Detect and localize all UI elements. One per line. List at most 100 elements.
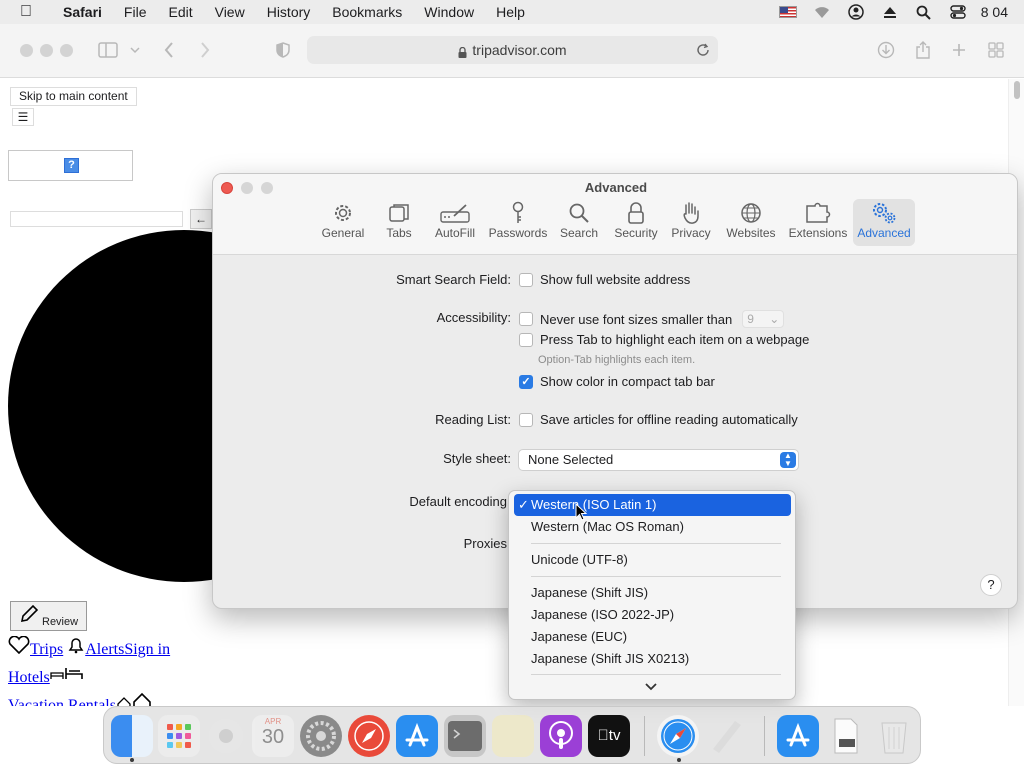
min-font-size-checkbox[interactable] — [519, 312, 533, 326]
tab-security[interactable]: Security — [611, 199, 661, 246]
dock-safari-technology-preview-icon[interactable] — [348, 715, 390, 757]
dock-preview-icon[interactable] — [825, 715, 867, 757]
default-encoding-label: Default encoding — [409, 494, 507, 509]
encoding-option-japanese-shift-jis-x0213[interactable]: Japanese (Shift JIS X0213) — [531, 648, 689, 670]
dock-finder-icon[interactable] — [111, 715, 153, 757]
user-account-icon[interactable] — [839, 0, 873, 24]
bell-icon — [67, 636, 85, 664]
tab-highlight-text: Press Tab to highlight each item on a we… — [540, 332, 810, 347]
menu-edit[interactable]: Edit — [157, 4, 203, 20]
encoding-option-western-iso-latin-1[interactable]: ✓ Western (ISO Latin 1) — [514, 494, 791, 516]
alerts-signin-link[interactable]: AlertsSign in — [85, 636, 170, 664]
hamburger-menu-icon[interactable]: ☰ — [12, 108, 34, 126]
vacation-rentals-link[interactable]: Vacation Rentals — [8, 692, 116, 706]
reading-list-label: Reading List: — [435, 412, 511, 427]
reload-icon[interactable] — [694, 40, 712, 60]
dock-calendar-icon[interactable]: APR 30 — [252, 715, 294, 757]
page-search-input[interactable] — [10, 211, 183, 227]
checkmark-icon: ✓ — [518, 497, 529, 512]
tab-extensions[interactable]: Extensions — [787, 199, 849, 246]
menu-separator — [531, 576, 781, 577]
skip-to-main-content-link[interactable]: Skip to main content — [10, 87, 137, 106]
window-minimize-button[interactable] — [40, 44, 53, 57]
control-center-icon[interactable] — [941, 0, 975, 24]
dock-trash-icon[interactable] — [873, 715, 915, 757]
updown-stepper-icon: ▲ ▼ — [780, 452, 796, 468]
min-font-size-text: Never use font sizes smaller than — [540, 311, 733, 327]
pencil-icon — [19, 604, 39, 627]
tab-search[interactable]: Search — [557, 199, 601, 246]
encoding-option-japanese-shift-jis[interactable]: Japanese (Shift JIS) — [531, 582, 648, 604]
style-sheet-select[interactable]: None Selected ▲ ▼ — [518, 449, 799, 471]
downloads-icon[interactable] — [876, 38, 896, 62]
magnifier-icon — [568, 199, 590, 226]
offline-reading-checkbox[interactable] — [519, 412, 533, 427]
menu-clock[interactable]: 8 04 — [975, 4, 1024, 20]
dock-app-store-downloads-icon[interactable] — [777, 715, 819, 757]
encoding-option-unicode-utf-8[interactable]: Unicode (UTF-8) — [531, 549, 628, 571]
tab-highlight-row: Press Tab to highlight each item on a we… — [519, 332, 809, 347]
dock-apple-tv-icon[interactable]: tv — [588, 715, 630, 757]
forward-arrow-icon[interactable] — [196, 38, 214, 62]
tab-privacy[interactable]: Privacy — [669, 199, 713, 246]
page-back-arrow-icon[interactable]: ← — [190, 209, 212, 229]
encoding-option-japanese-iso-2022-jp[interactable]: Japanese (ISO 2022-JP) — [531, 604, 674, 626]
menu-window[interactable]: Window — [413, 4, 485, 20]
dock-separator — [644, 716, 645, 756]
window-close-button[interactable] — [20, 44, 33, 57]
encoding-option-japanese-euc[interactable]: Japanese (EUC) — [531, 626, 627, 648]
help-button[interactable]: ? — [980, 574, 1002, 596]
address-bar[interactable]: tripadvisor.com — [307, 36, 718, 64]
tab-general[interactable]: General — [317, 199, 369, 246]
review-button[interactable]: Review — [10, 601, 87, 631]
logo-placeholder[interactable]: ? — [8, 150, 133, 181]
padlock-icon — [628, 199, 644, 226]
compact-tab-color-checkbox[interactable]: ✓ — [519, 374, 533, 389]
dock-system-preferences-icon[interactable] — [300, 715, 342, 757]
tab-overview-icon[interactable] — [986, 38, 1006, 62]
sidebar-toggle-icon[interactable] — [96, 38, 120, 62]
apple-menu-icon[interactable]:  — [0, 3, 52, 21]
tab-passwords[interactable]: Passwords — [487, 199, 549, 246]
dock-launchpad-icon[interactable] — [158, 715, 200, 757]
dock-chrome-icon[interactable] — [205, 715, 247, 757]
menu-history[interactable]: History — [256, 4, 322, 20]
share-icon[interactable] — [914, 38, 932, 62]
chevron-down-icon[interactable] — [128, 38, 142, 62]
eject-icon[interactable] — [873, 0, 907, 24]
trips-link[interactable]: Trips — [30, 636, 63, 664]
dock-safari-icon[interactable] — [657, 715, 699, 757]
dock-textedit-icon[interactable] — [705, 715, 747, 757]
menu-help[interactable]: Help — [485, 4, 536, 20]
tab-tabs[interactable]: Tabs — [379, 199, 419, 246]
input-source-flag-icon[interactable] — [771, 0, 805, 24]
proxies-label: Proxies — [463, 536, 507, 551]
menu-bookmarks[interactable]: Bookmarks — [321, 4, 413, 20]
tab-highlight-checkbox[interactable] — [519, 332, 533, 347]
dock-separator — [764, 716, 765, 756]
tab-advanced[interactable]: Advanced — [853, 199, 915, 246]
spotlight-search-icon[interactable] — [907, 0, 941, 24]
new-tab-plus-icon[interactable] — [950, 38, 968, 62]
dock-notes-icon[interactable] — [492, 715, 534, 757]
hand-icon — [681, 199, 701, 226]
tab-autofill[interactable]: AutoFill — [431, 199, 479, 246]
tab-websites[interactable]: Websites — [723, 199, 779, 246]
dock-app-store-icon[interactable] — [396, 715, 438, 757]
scroll-down-chevron-icon[interactable] — [645, 679, 657, 694]
menu-view[interactable]: View — [204, 4, 256, 20]
back-arrow-icon[interactable] — [160, 38, 178, 62]
show-full-address-checkbox[interactable] — [519, 272, 533, 287]
wifi-icon[interactable] — [805, 0, 839, 24]
dock-terminal-icon[interactable] — [444, 715, 486, 757]
encoding-option-western-mac-os-roman[interactable]: Western (Mac OS Roman) — [531, 516, 684, 538]
menu-app-safari[interactable]: Safari — [52, 4, 113, 20]
privacy-shield-icon[interactable] — [274, 38, 292, 62]
min-font-size-select[interactable]: 9 ⌄ — [742, 310, 785, 328]
hotels-link[interactable]: Hotels — [8, 664, 50, 692]
window-zoom-button[interactable] — [60, 44, 73, 57]
dock-running-indicator — [130, 758, 134, 762]
tabs-icon — [388, 199, 410, 226]
menu-file[interactable]: File — [113, 4, 158, 20]
dock-podcasts-icon[interactable] — [540, 715, 582, 757]
